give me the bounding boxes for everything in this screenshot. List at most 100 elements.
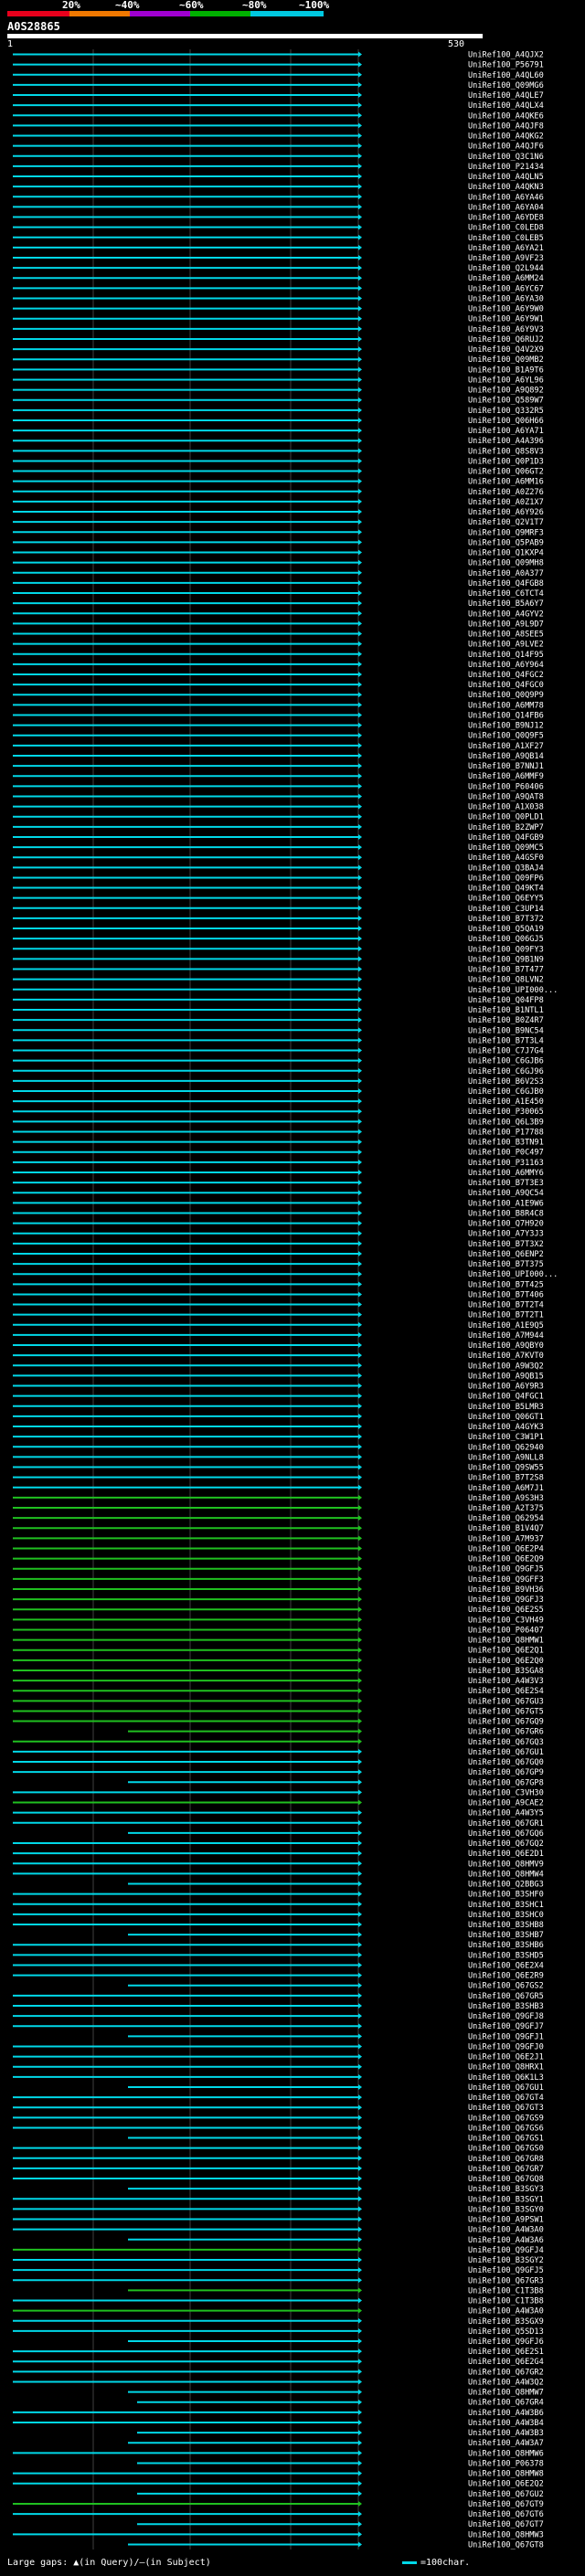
hit-row[interactable]: UniRef100_A6Y9W0: [13, 305, 544, 314]
hit-label[interactable]: UniRef100_Q67GT3: [468, 2104, 544, 2113]
hit-label[interactable]: UniRef100_A6YC67: [468, 284, 544, 293]
hit-row[interactable]: UniRef100_B3SGY1: [13, 2195, 544, 2204]
hit-row[interactable]: UniRef100_A4QL60: [13, 71, 544, 80]
hit-row[interactable]: UniRef100_B3SHB3: [13, 2002, 544, 2011]
hit-row[interactable]: UniRef100_A6YC67: [13, 284, 544, 293]
hit-row[interactable]: UniRef100_A4W3Q2: [13, 2378, 544, 2387]
hit-label[interactable]: UniRef100_A7M937: [468, 1534, 544, 1543]
hit-label[interactable]: UniRef100_A4GYK3: [468, 1423, 544, 1432]
hit-row[interactable]: UniRef100_A4W3A0: [13, 2226, 544, 2235]
hit-label[interactable]: UniRef100_B7T2T4: [468, 1301, 544, 1310]
hit-label[interactable]: UniRef100_A6M7J1: [468, 1484, 544, 1493]
hit-row[interactable]: UniRef100_A4QKE6: [13, 111, 544, 121]
hit-row[interactable]: UniRef100_B5A6Y7: [13, 599, 544, 609]
hit-row[interactable]: UniRef100_B1A9T6: [13, 366, 544, 375]
hit-row[interactable]: UniRef100_Q6EYY5: [13, 895, 544, 904]
hit-row[interactable]: UniRef100_Q9SW55: [13, 1464, 544, 1473]
hit-label[interactable]: UniRef100_Q14FB6: [468, 711, 544, 720]
hit-label[interactable]: UniRef100_B3SHD5: [468, 1951, 544, 1960]
hit-row[interactable]: UniRef100_Q67GT9: [13, 2500, 544, 2509]
hit-label[interactable]: UniRef100_A8SEE5: [468, 631, 544, 640]
hit-row[interactable]: UniRef100_B3SHB6: [13, 1941, 544, 1950]
hit-label[interactable]: UniRef100_B7NNJ1: [468, 762, 544, 771]
hit-row[interactable]: UniRef100_Q9GFJ0: [13, 2042, 544, 2051]
hit-label[interactable]: UniRef100_Q6E2S4: [468, 1687, 544, 1696]
hit-row[interactable]: UniRef100_Q589W7: [13, 397, 544, 406]
hit-row[interactable]: UniRef100_A6YA30: [13, 294, 544, 303]
hit-row[interactable]: UniRef100_A4QKG2: [13, 133, 544, 142]
hit-row[interactable]: UniRef100_A7M937: [13, 1534, 544, 1543]
hit-label[interactable]: UniRef100_B7T406: [468, 1290, 544, 1299]
hit-label[interactable]: UniRef100_Q6E2D1: [468, 1850, 544, 1859]
hit-label[interactable]: UniRef100_Q67GT7: [468, 2520, 544, 2529]
hit-label[interactable]: UniRef100_A9PSW1: [468, 2216, 544, 2225]
hit-row[interactable]: UniRef100_A6YA71: [13, 427, 544, 436]
hit-label[interactable]: UniRef100_A9L9D7: [468, 620, 544, 629]
hit-label[interactable]: UniRef100_Q67GR5: [468, 1992, 544, 2001]
hit-label[interactable]: UniRef100_A9QBY0: [468, 1341, 544, 1351]
hit-row[interactable]: UniRef100_A4W3A0: [13, 2307, 544, 2316]
hit-row[interactable]: UniRef100_A7M944: [13, 1331, 544, 1341]
hit-row[interactable]: UniRef100_A4QLN5: [13, 173, 544, 182]
hit-row[interactable]: UniRef100_Q67GQ9: [13, 1718, 544, 1727]
hit-row[interactable]: UniRef100_Q8HMW1: [13, 1637, 544, 1646]
hit-label[interactable]: UniRef100_A9NLL8: [468, 1453, 544, 1462]
hit-label[interactable]: UniRef100_Q4FGC0: [468, 681, 544, 690]
hit-label[interactable]: UniRef100_Q67GQ9: [468, 1718, 544, 1727]
hit-label[interactable]: UniRef100_C1T3B8: [468, 2297, 544, 2306]
hit-row[interactable]: UniRef100_Q06H66: [13, 417, 544, 426]
hit-label[interactable]: UniRef100_B9VH36: [468, 1585, 544, 1595]
hit-row[interactable]: UniRef100_B7T2S8: [13, 1474, 544, 1483]
hit-label[interactable]: UniRef100_Q7H920: [468, 1220, 544, 1229]
hit-label[interactable]: UniRef100_Q4FGB8: [468, 579, 544, 588]
hit-row[interactable]: UniRef100_Q6E2R9: [13, 1972, 544, 1981]
hit-row[interactable]: UniRef100_Q09MH8: [13, 559, 544, 568]
hit-label[interactable]: UniRef100_Q6E2J1: [468, 2053, 544, 2062]
hit-row[interactable]: UniRef100_A0Z276: [13, 488, 544, 497]
hit-row[interactable]: UniRef100_Q67GQ2: [13, 1839, 544, 1849]
hit-label[interactable]: UniRef100_A7Y3J3: [468, 1230, 544, 1239]
hit-row[interactable]: UniRef100_A6MM78: [13, 701, 544, 710]
hit-row[interactable]: UniRef100_P17788: [13, 1128, 544, 1137]
hit-label[interactable]: UniRef100_B7T3E3: [468, 1179, 544, 1188]
hit-label[interactable]: UniRef100_Q67GU3: [468, 1697, 544, 1706]
hit-row[interactable]: UniRef100_Q1KXP4: [13, 549, 544, 558]
hit-label[interactable]: UniRef100_Q67GR3: [468, 2276, 544, 2285]
hit-label[interactable]: UniRef100_Q67GR1: [468, 1819, 544, 1829]
hit-row[interactable]: UniRef100_Q2L944: [13, 264, 544, 273]
hit-label[interactable]: UniRef100_A7KVT0: [468, 1352, 544, 1361]
hit-label[interactable]: UniRef100_Q9SW55: [468, 1464, 544, 1473]
hit-row[interactable]: UniRef100_A4A396: [13, 437, 544, 446]
hit-label[interactable]: UniRef100_P06378: [468, 2459, 544, 2468]
hit-row[interactable]: UniRef100_Q67GS0: [13, 2145, 544, 2154]
hit-row[interactable]: UniRef100_Q4FGC2: [13, 671, 544, 680]
hit-row[interactable]: UniRef100_Q6E2G4: [13, 2358, 544, 2367]
hit-label[interactable]: UniRef100_Q67GQ6: [468, 1829, 544, 1839]
hit-label[interactable]: UniRef100_Q67GR4: [468, 2399, 544, 2408]
hit-label[interactable]: UniRef100_P31163: [468, 1159, 544, 1168]
hit-row[interactable]: UniRef100_Q0PLD1: [13, 813, 544, 822]
hit-row[interactable]: UniRef100_Q62954: [13, 1514, 544, 1523]
hit-label[interactable]: UniRef100_A6MMY6: [468, 1169, 544, 1178]
hit-label[interactable]: UniRef100_A6Y9V3: [468, 325, 544, 334]
hit-row[interactable]: UniRef100_C7J7G4: [13, 1047, 544, 1056]
hit-row[interactable]: UniRef100_A7Y3J3: [13, 1230, 544, 1239]
hit-row[interactable]: UniRef100_A9VF23: [13, 254, 544, 263]
hit-label[interactable]: UniRef100_Q49KT4: [468, 885, 544, 894]
hit-label[interactable]: UniRef100_A1E9W6: [468, 1199, 544, 1208]
hit-label[interactable]: UniRef100_A9S3H3: [468, 1494, 544, 1503]
hit-row[interactable]: UniRef100_A4QJF6: [13, 143, 544, 152]
hit-label[interactable]: UniRef100_Q6E2Q1: [468, 1647, 544, 1656]
hit-label[interactable]: UniRef100_A6MM16: [468, 478, 544, 487]
hit-row[interactable]: UniRef100_Q09MC5: [13, 843, 544, 853]
hit-row[interactable]: UniRef100_Q67GR8: [13, 2155, 544, 2164]
hit-label[interactable]: UniRef100_A6YA21: [468, 244, 544, 253]
hit-label[interactable]: UniRef100_Q8HRX1: [468, 2063, 544, 2072]
hit-label[interactable]: UniRef100_A9QB14: [468, 752, 544, 761]
hit-label[interactable]: UniRef100_B8R4C8: [468, 1209, 544, 1218]
hit-row[interactable]: UniRef100_Q9GFF3: [13, 1575, 544, 1585]
hit-label[interactable]: UniRef100_Q67GT5: [468, 1707, 544, 1716]
hit-label[interactable]: UniRef100_Q0Q9P9: [468, 691, 544, 700]
hit-row[interactable]: UniRef100_B3TN91: [13, 1139, 544, 1148]
hit-row[interactable]: UniRef100_A6Y9V3: [13, 325, 544, 334]
